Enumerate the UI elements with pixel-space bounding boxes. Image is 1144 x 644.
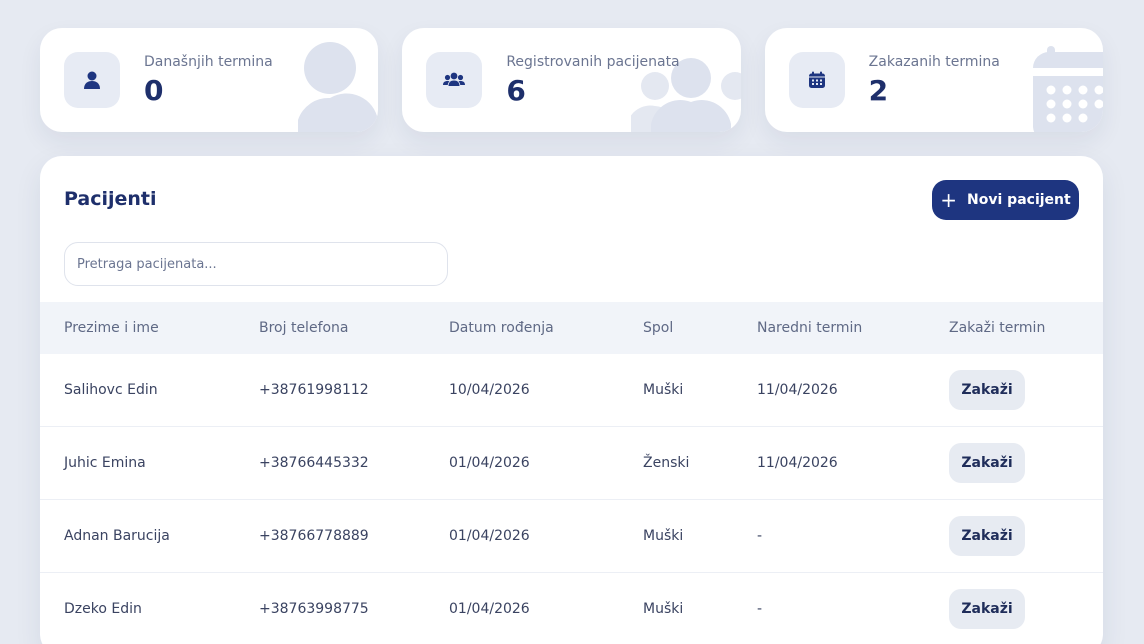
column-header: Datum rođenja: [449, 320, 554, 336]
patient-name: Salihovc Edin: [64, 382, 158, 398]
stat-card-todays-appointments: Današnjih termina 0: [40, 28, 379, 132]
patient-phone: +38766445332: [259, 455, 369, 471]
patient-dob: 10/04/2026: [449, 382, 530, 398]
new-patient-label: Novi pacijent: [967, 192, 1071, 208]
book-appointment-button[interactable]: Zakaži: [949, 443, 1025, 483]
stat-icon-box: [64, 52, 120, 108]
patient-phone: +38766778889: [259, 528, 369, 544]
calendar-watermark-icon: [1032, 46, 1103, 132]
patient-phone: +38763998775: [259, 601, 369, 617]
stat-value: 2: [868, 74, 889, 107]
patient-name: Adnan Barucija: [64, 528, 170, 544]
patient-sex: Muški: [643, 382, 684, 398]
stat-card-registered-patients: Registrovanih pacijenata 6: [402, 28, 741, 132]
stat-label: Današnjih termina: [144, 54, 273, 70]
patient-sex: Muški: [643, 528, 684, 544]
patient-sex: Muški: [643, 601, 684, 617]
patient-dob: 01/04/2026: [449, 528, 530, 544]
stat-label: Registrovanih pacijenata: [506, 54, 680, 70]
patient-phone: +38761998112: [259, 382, 369, 398]
patient-next-appointment: 11/04/2026: [757, 382, 838, 398]
patient-dob: 01/04/2026: [449, 455, 530, 471]
users-watermark-icon: [630, 58, 741, 132]
new-patient-button[interactable]: + Novi pacijent: [932, 180, 1079, 220]
book-appointment-button[interactable]: Zakaži: [949, 370, 1025, 410]
stat-icon-box: [426, 52, 483, 108]
patient-dob: 01/04/2026: [449, 601, 530, 617]
column-header: Prezime i ime: [64, 320, 159, 336]
dashboard: Današnjih termina 0 Registrovanih pacije…: [0, 0, 1144, 644]
users-icon: [443, 72, 466, 86]
table-header: Prezime i ime Broj telefona Datum rođenj…: [40, 302, 1103, 354]
book-appointment-button[interactable]: Zakaži: [949, 589, 1025, 629]
stat-card-booked-appointments: Zakazanih termina 2: [764, 28, 1103, 132]
book-appointment-button[interactable]: Zakaži: [949, 516, 1025, 556]
patient-next-appointment: -: [757, 601, 763, 617]
patient-next-appointment: 11/04/2026: [757, 455, 838, 471]
patient-sex: Ženski: [643, 455, 690, 471]
table-row: Dzeko Edin +38763998775 01/04/2026 Muški…: [40, 573, 1103, 644]
table-row: Salihovc Edin +38761998112 10/04/2026 Mu…: [40, 354, 1103, 427]
stat-label: Zakazanih termina: [868, 54, 1000, 70]
table-row: Adnan Barucija +38766778889 01/04/2026 M…: [40, 500, 1103, 573]
user-watermark-icon: [298, 42, 379, 132]
plus-icon: +: [940, 188, 958, 212]
patients-panel: Pacijenti + Novi pacijent Prezime i ime …: [40, 156, 1103, 644]
stat-value: 0: [144, 74, 164, 107]
column-header: Zakaži termin: [949, 320, 1046, 336]
user-icon: [84, 71, 100, 89]
patient-search-input[interactable]: [64, 242, 448, 286]
stats-row: Današnjih termina 0 Registrovanih pacije…: [40, 28, 1103, 132]
patient-next-appointment: -: [757, 528, 763, 544]
panel-title: Pacijenti: [64, 188, 157, 210]
patient-name: Juhic Emina: [64, 455, 146, 471]
table-row: Juhic Emina +38766445332 01/04/2026 Žens…: [40, 427, 1103, 500]
patients-table: Prezime i ime Broj telefona Datum rođenj…: [40, 302, 1103, 644]
stat-value: 6: [506, 74, 526, 107]
column-header: Broj telefona: [259, 320, 349, 336]
column-header: Spol: [643, 320, 674, 336]
patient-name: Dzeko Edin: [64, 601, 142, 617]
stat-icon-box: [788, 52, 845, 108]
column-header: Naredni termin: [757, 320, 863, 336]
calendar-icon: [808, 71, 825, 88]
